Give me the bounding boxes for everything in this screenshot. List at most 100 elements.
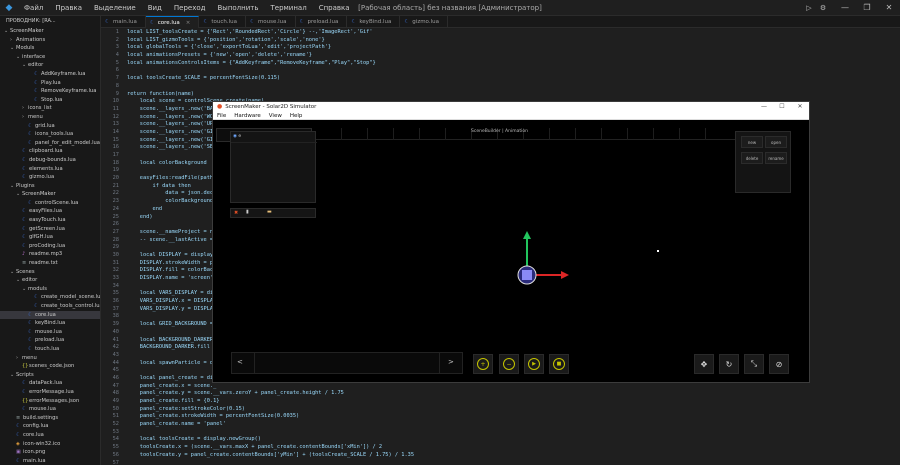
tree-file[interactable]: ▣ icon.png [0, 448, 100, 457]
menu-item[interactable]: Переход [168, 4, 212, 12]
tree-folder[interactable]: ⌄ Plugins [0, 182, 100, 191]
tree-file[interactable]: ☾ proCoding.lua [0, 242, 100, 251]
menu-item[interactable]: Правка [49, 4, 88, 12]
menu-item[interactable]: Выделение [88, 4, 142, 12]
tree-file[interactable]: ☾ Play.lua [0, 79, 100, 88]
tree-folder[interactable]: ⌄ ScreenMaker [0, 190, 100, 199]
gizmo-x-arrow[interactable] [561, 271, 569, 279]
tree-file[interactable]: ☾ elements.lua [0, 165, 100, 174]
tree-folder[interactable]: › icons_list [0, 104, 100, 113]
prev-arrow[interactable]: < [237, 358, 243, 366]
left-panel-item[interactable]: ◉ e [233, 134, 241, 139]
tree-file[interactable]: ♪ readme.mp3 [0, 250, 100, 259]
add-keyframe-button[interactable]: + [473, 354, 493, 374]
menu-item[interactable]: Терминал [264, 4, 312, 12]
transform-gizmo[interactable] [503, 227, 573, 287]
tab[interactable]: ☾ main.lua [101, 16, 146, 28]
tree-file[interactable]: ☾ glfGH.lua [0, 233, 100, 242]
tree-file[interactable]: ☾ grid.lua [0, 122, 100, 131]
tree-file[interactable]: ☾ AddKeyframe.lua [0, 70, 100, 79]
tree-file[interactable]: ☾ mouse.lua [0, 328, 100, 337]
play-button[interactable]: ▶ [524, 354, 544, 374]
tree-file[interactable]: ☾ touch.lua [0, 345, 100, 354]
tab[interactable]: ☾ gizmo.lua [400, 16, 448, 28]
delete-icon[interactable]: ✖ [234, 210, 238, 216]
tree-file[interactable]: ☾ getScreen.lua [0, 225, 100, 234]
tree-file[interactable]: ☾ icons_tools.lua [0, 130, 100, 139]
close-button[interactable]: ✕ [878, 0, 900, 16]
menu-item[interactable]: Выполнить [211, 4, 264, 12]
menu-item[interactable]: Вид [142, 4, 168, 12]
tree-file[interactable]: ☾ controlScene.lua [0, 199, 100, 208]
tree-file[interactable]: ☾ gizmo.lua [0, 173, 100, 182]
tree-folder[interactable]: ⌄ Scenes [0, 268, 100, 277]
tree-folder[interactable]: ⌄ moduls [0, 285, 100, 294]
gizmo-center-square[interactable] [522, 270, 532, 280]
move-tool-button[interactable]: ✥ [694, 354, 714, 374]
tree-file[interactable]: ☾ mouse.lua [0, 405, 100, 414]
remove-keyframe-button[interactable]: − [499, 354, 519, 374]
play-icon[interactable]: ▷ [802, 0, 816, 16]
tree-file[interactable]: ☾ panel_for_edit_model.lua [0, 139, 100, 148]
tree-folder[interactable]: ⌄ editor [0, 276, 100, 285]
open-button[interactable]: open [765, 136, 787, 148]
tree-file[interactable]: ☾ RemoveKeyframe.lua [0, 87, 100, 96]
tree-file[interactable]: ☾ errorMessage.lua [0, 388, 100, 397]
tree-folder[interactable]: ⌄ Scripts [0, 371, 100, 380]
timeline-track[interactable] [254, 353, 440, 373]
tree-file[interactable]: ≡ readme.txt [0, 259, 100, 268]
gizmo-y-arrow[interactable] [523, 231, 531, 239]
tab[interactable]: ☾ core.lua × [145, 16, 200, 28]
tree-file[interactable]: ☾ create_tools_control.lua [0, 302, 100, 311]
tree-file[interactable]: ☾ dataPack.lua [0, 379, 100, 388]
tree-file[interactable]: ☾ Stop.lua [0, 96, 100, 105]
tree-file[interactable]: ☾ preload.lua [0, 336, 100, 345]
tree-file[interactable]: ☾ keyBind.lua [0, 319, 100, 328]
layer-icon[interactable]: ▮ [246, 209, 249, 215]
tree-file[interactable]: {}errorMessages.json [0, 397, 100, 406]
new-button[interactable]: new [741, 136, 763, 148]
tree-file[interactable]: ☾ core.lua [0, 431, 100, 440]
tab[interactable]: ☾ mouse.lua [246, 16, 296, 28]
tree-file[interactable]: ☾ easyFiles.lua [0, 207, 100, 216]
tree-file[interactable]: ☾ debug-bounds.lua [0, 156, 100, 165]
tree-file[interactable]: {}scenes_code.json [0, 362, 100, 371]
tree-file[interactable]: ☾ create_model_scene.lua [0, 293, 100, 302]
maximize-button[interactable]: ❐ [856, 0, 878, 16]
rename-button[interactable]: rename [765, 152, 787, 164]
sim-close-button[interactable]: ✕ [791, 102, 809, 112]
sim-menu-item[interactable]: View [265, 112, 286, 119]
sim-maximize-button[interactable]: ☐ [773, 102, 791, 112]
folder-icon[interactable]: ▬ [267, 209, 272, 215]
sim-menu-item[interactable]: Hardware [230, 112, 265, 119]
tree-file[interactable]: ◈ icon-win32.ico [0, 440, 100, 449]
tree-file[interactable]: ☾ config.lua [0, 422, 100, 431]
tree-folder[interactable]: › menu [0, 113, 100, 122]
tab[interactable]: ☾ touch.lua [199, 16, 246, 28]
sim-menu-item[interactable]: Help [286, 112, 307, 119]
tree-file[interactable]: ☾ easyTouch.lua [0, 216, 100, 225]
tree-folder[interactable]: ⌄ editor [0, 61, 100, 70]
scale-tool-button[interactable]: ⤡ [744, 354, 764, 374]
tree-file[interactable]: ☾ clipboard.lua [0, 147, 100, 156]
tree-folder[interactable]: ⌄ ScreenMaker [0, 27, 100, 36]
tree-folder[interactable]: ⌄ interface [0, 53, 100, 62]
delete-button[interactable]: delete [741, 152, 763, 164]
tree-folder[interactable]: › menu [0, 354, 100, 363]
tree-file[interactable]: ≡ build.settings [0, 414, 100, 423]
debug-icon[interactable]: ⚙ [816, 0, 830, 16]
tree-folder[interactable]: ⌄ Moduls [0, 44, 100, 53]
close-tab-icon[interactable]: × [186, 20, 191, 26]
tree-folder[interactable]: › Animations [0, 36, 100, 45]
sim-minimize-button[interactable]: — [755, 102, 773, 112]
tab[interactable]: ☾ keyBind.lua [347, 16, 401, 28]
tab[interactable]: ☾ preload.lua [296, 16, 348, 28]
rotate-tool-button[interactable]: ↻ [719, 354, 739, 374]
sim-menu-item[interactable]: File [213, 112, 230, 119]
menu-item[interactable]: Справка [313, 4, 356, 12]
simulator-stage[interactable]: SceneBuilder | Animation ◉ e ✖ ▮ ▬ new o… [213, 122, 809, 382]
stop-button[interactable]: ■ [549, 354, 569, 374]
minimize-button[interactable]: — [834, 0, 856, 16]
tree-file[interactable]: ☾ core.lua [0, 310, 100, 320]
menu-item[interactable]: Файл [18, 4, 49, 12]
